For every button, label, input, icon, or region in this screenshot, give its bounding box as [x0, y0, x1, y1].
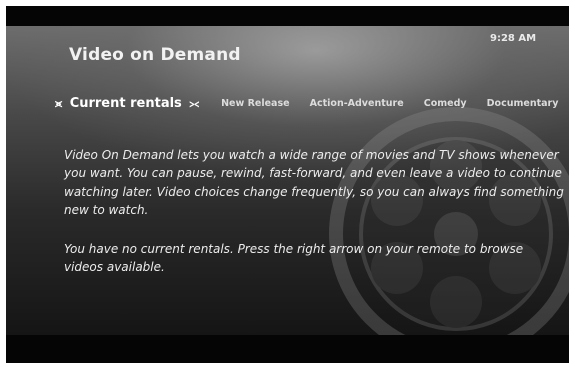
bottom-letterbox — [6, 335, 569, 363]
tab-action-adventure[interactable]: Action-Adventure — [310, 98, 404, 109]
clock: 9:28 AM — [490, 33, 537, 44]
page-title: Video on Demand — [69, 45, 241, 65]
tab-current-rentals[interactable]: ⪤ Current rentals ⪥ — [52, 96, 202, 111]
top-letterbox — [6, 6, 569, 26]
tab-new-release[interactable]: New Release — [221, 98, 289, 109]
tab-comedy[interactable]: Comedy — [424, 98, 467, 109]
description-text: Video On Demand lets you watch a wide ra… — [64, 148, 564, 218]
no-rentals-message: You have no current rentals. Press the r… — [64, 242, 524, 275]
tab-documentary[interactable]: Documentary — [487, 98, 559, 109]
category-tabs: ⪤ Current rentals ⪥ New Release Action-A… — [52, 93, 575, 111]
tab-current-rentals-label: Current rentals — [69, 96, 182, 111]
chevron-right-icon[interactable]: ⪥ — [189, 97, 199, 110]
chevron-left-icon[interactable]: ⪤ — [55, 97, 62, 110]
